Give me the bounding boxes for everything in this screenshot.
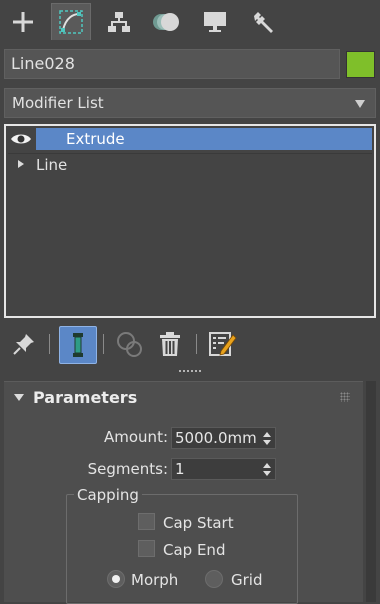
trash-icon	[160, 332, 180, 356]
dropdown-arrow-icon	[355, 100, 365, 108]
morph-radio[interactable]	[107, 570, 125, 588]
show-end-result-icon	[73, 333, 83, 357]
cap-start-label[interactable]: Cap Start	[163, 513, 234, 533]
remove-modifier-button[interactable]	[152, 326, 188, 362]
plus-icon	[13, 11, 33, 32]
stack-item-label: Extrude	[66, 130, 125, 148]
eye-icon	[11, 134, 31, 144]
amount-spinner[interactable]: 5000.0mm	[171, 427, 276, 449]
configure-modifier-sets-button[interactable]	[204, 326, 240, 362]
pin-stack-icon	[13, 334, 34, 355]
tab-hierarchy[interactable]	[99, 3, 139, 40]
cap-end-label[interactable]: Cap End	[163, 540, 225, 560]
show-end-result-button[interactable]	[59, 326, 97, 364]
stack-item-label: Line	[36, 156, 68, 174]
wrench-icon	[254, 11, 273, 33]
stack-item-extrude[interactable]: Extrude	[8, 128, 372, 150]
make-unique-button[interactable]	[112, 326, 148, 362]
motion-icon	[153, 12, 179, 31]
spinner-up-icon[interactable]	[263, 463, 271, 468]
modifier-list-dropdown[interactable]: Modifier List	[4, 88, 376, 118]
morph-label[interactable]: Morph	[131, 570, 178, 590]
toolbar-separator	[49, 334, 50, 354]
grid-label[interactable]: Grid	[231, 570, 262, 590]
display-monitor-icon	[204, 11, 226, 32]
pin-stack-button[interactable]	[6, 326, 42, 362]
configure-modifier-sets-icon	[209, 332, 237, 356]
eye-toggle[interactable]	[8, 128, 34, 150]
spinner-down-icon[interactable]	[263, 440, 271, 445]
modify-curve-icon	[59, 10, 83, 34]
object-color-swatch[interactable]	[346, 51, 375, 78]
rollout-collapse-icon[interactable]	[14, 394, 24, 401]
modifier-list-label: Modifier List	[12, 94, 104, 112]
toolbar-separator	[103, 334, 104, 354]
tab-create[interactable]	[3, 3, 43, 40]
spinner-down-icon[interactable]	[263, 471, 271, 476]
toolbar-separator	[196, 334, 197, 354]
expand-triangle-icon[interactable]	[18, 160, 24, 168]
tab-display[interactable]	[195, 3, 235, 40]
segments-value[interactable]: 1	[175, 460, 185, 478]
stack-item-line[interactable]: Line	[8, 153, 372, 176]
grid-radio[interactable]	[205, 570, 223, 588]
modifier-stack: Extrude Line	[4, 124, 376, 318]
object-name-field[interactable]: Line028	[4, 49, 340, 79]
cap-start-checkbox[interactable]	[138, 513, 155, 530]
rollout-scrollbar[interactable]	[366, 381, 376, 602]
rollout-title[interactable]: Parameters	[33, 387, 137, 409]
amount-value[interactable]: 5000.0mm	[175, 429, 257, 447]
command-panel-tabbar	[0, 0, 380, 42]
cap-end-checkbox[interactable]	[138, 540, 155, 557]
make-unique-icon	[117, 332, 142, 357]
hierarchy-icon	[108, 11, 130, 32]
tab-modify[interactable]	[51, 3, 91, 40]
segments-spinner[interactable]: 1	[171, 458, 276, 480]
spinner-up-icon[interactable]	[263, 432, 271, 437]
segments-label: Segments:	[87, 460, 168, 478]
rollout-drag-grip-icon[interactable]	[340, 392, 350, 402]
tab-utilities[interactable]	[243, 3, 283, 40]
capping-group-title: Capping	[74, 485, 142, 505]
panel-resize-grip[interactable]	[178, 369, 202, 373]
amount-label: Amount:	[104, 428, 168, 446]
tab-motion[interactable]	[147, 3, 187, 40]
